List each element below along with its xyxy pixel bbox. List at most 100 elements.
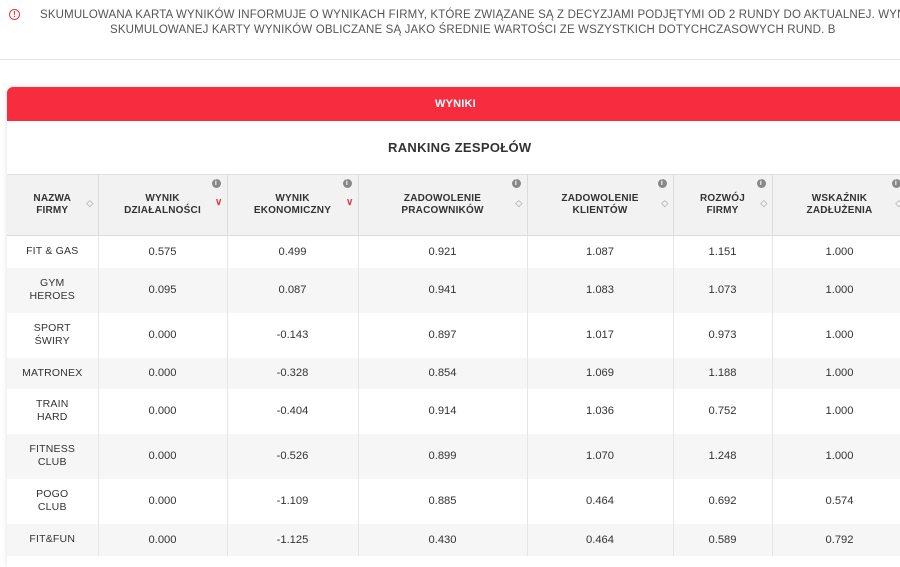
value-cell: 1.087	[527, 235, 674, 268]
info-icon[interactable]: i	[756, 179, 766, 188]
value-cell: 0.575	[98, 235, 228, 268]
info-icon[interactable]: i	[657, 179, 667, 188]
column-header[interactable]: WYNIK EKONOMICZNY i ∨	[227, 175, 359, 236]
value-cell: 1.069	[527, 357, 674, 389]
value-cell: 1.000	[772, 357, 900, 389]
value-cell: 0.792	[772, 523, 900, 556]
column-header-label: KLIENTÓW	[572, 205, 628, 216]
value-cell: 0.464	[527, 523, 674, 556]
team-name-line: POGO	[36, 488, 69, 500]
team-name-cell: FITNESS CLUB	[7, 433, 99, 479]
value-cell: 0.973	[673, 312, 773, 358]
table-header-row: NAZWA FIRMY ◇ WYNIK DZIAŁALNOŚCI i ∨ WYNIK EKONO…	[7, 175, 900, 236]
info-banner: ! SKUMULOWANA KARTA WYNIKÓW INFORMUJE O …	[0, 0, 900, 60]
value-cell: 0.941	[358, 267, 528, 313]
column-header-label: ZADŁUŻENIA	[806, 205, 873, 216]
info-icon[interactable]: i	[342, 179, 352, 188]
value-cell: 0.914	[358, 388, 528, 434]
team-name-line: SPORT	[33, 322, 71, 334]
value-cell: 1.000	[772, 312, 900, 358]
team-name-line: FITNESS	[29, 443, 76, 455]
ranking-title: RANKING ZESPOŁÓW	[7, 121, 900, 175]
sort-desc-icon[interactable]: ∨	[215, 197, 223, 209]
info-banner-text: SKUMULOWANA KARTA WYNIKÓW INFORMUJE O WY…	[30, 8, 900, 38]
column-header-label: FIRMY	[706, 205, 739, 216]
team-name-cell: SPORT ŚWIRY	[7, 312, 99, 358]
team-name-cell: FIT & GAS	[7, 235, 99, 268]
table-row: MATRONEX 0.000 -0.328 0.854 1.069 1.188 1.000	[7, 357, 900, 389]
info-line-1: SKUMULOWANA KARTA WYNIKÓW INFORMUJE O WY…	[40, 9, 900, 21]
value-cell: 0.000	[98, 312, 228, 358]
value-cell: 1.083	[527, 267, 674, 313]
column-header[interactable]: WSKAŹNIK ZADŁUŻENIA i ◇	[772, 175, 900, 236]
column-header[interactable]: ZADOWOLENIE KLIENTÓW i ◇	[527, 175, 674, 236]
column-header-label: NAZWA	[33, 193, 72, 204]
value-cell: 1.073	[673, 267, 773, 313]
value-cell: 0.464	[527, 478, 674, 524]
column-header[interactable]: NAZWA FIRMY ◇	[7, 175, 99, 236]
team-name-cell: TRAIN HARD	[7, 388, 99, 434]
sort-icon[interactable]: ◇	[86, 197, 93, 209]
info-icon[interactable]: i	[511, 179, 521, 188]
column-header-label: ZADOWOLENIE	[403, 193, 482, 204]
value-cell: -0.328	[227, 357, 359, 389]
sort-icon[interactable]: ◇	[760, 197, 767, 209]
column-header-label: DZIAŁALNOŚCI	[124, 205, 201, 216]
sort-icon[interactable]: ◇	[515, 197, 522, 209]
value-cell: 0.000	[98, 388, 228, 434]
team-name-cell: POGO CLUB	[7, 478, 99, 524]
value-cell: 1.017	[527, 312, 674, 358]
team-name-line: GYM	[39, 277, 65, 289]
table-row: TRAIN HARD 0.000 -0.404 0.914 1.036 0.752 1.000	[7, 388, 900, 434]
sort-icon[interactable]: ◇	[895, 197, 900, 209]
column-header-label: WYNIK	[145, 193, 180, 204]
value-cell: 0.921	[358, 235, 528, 268]
value-cell: 0.885	[358, 478, 528, 524]
value-cell: -1.125	[227, 523, 359, 556]
info-circle-icon: !	[9, 9, 20, 20]
value-cell: 0.000	[98, 523, 228, 556]
table-row: GYM HEROES 0.095 0.087 0.941 1.083 1.073 1.000	[7, 267, 900, 313]
team-name-line: MATRONEX	[22, 366, 83, 379]
team-name-line: FIT&FUN	[29, 533, 76, 545]
info-line-2: SKUMULOWANEJ KARTY WYNIKÓW OBLICZANE SĄ …	[110, 24, 836, 36]
table-row: FIT&FUN 0.000 -1.125 0.430 0.464 0.589 0.792	[7, 523, 900, 556]
value-cell: 1.188	[673, 357, 773, 389]
team-name-line: CLUB	[37, 456, 67, 468]
value-cell: 0.000	[98, 357, 228, 389]
value-cell: 0.430	[358, 523, 528, 556]
table-body: FIT & GAS 0.575 0.499 0.921 1.087 1.151 1.000 G…	[7, 235, 900, 556]
value-cell: 1.000	[772, 235, 900, 268]
team-name-line: TRAIN	[36, 398, 69, 410]
value-cell: 1.151	[673, 235, 773, 268]
value-cell: 0.574	[772, 478, 900, 524]
info-icon[interactable]: i	[211, 179, 221, 188]
column-header[interactable]: ZADOWOLENIE PRACOWNIKÓW i ◇	[358, 175, 528, 236]
column-header-label: WSKAŹNIK	[811, 193, 868, 204]
team-name-cell: MATRONEX	[7, 357, 99, 389]
value-cell: 0.589	[673, 523, 773, 556]
team-name-line: HEROES	[29, 290, 76, 302]
value-cell: 0.000	[98, 478, 228, 524]
sort-icon[interactable]: ◇	[661, 197, 668, 209]
column-header[interactable]: WYNIK DZIAŁALNOŚCI i ∨	[98, 175, 228, 236]
value-cell: -0.143	[227, 312, 359, 358]
team-name-line: HARD	[36, 411, 68, 423]
table-row: FITNESS CLUB 0.000 -0.526 0.899 1.070 1.248 1.0…	[7, 433, 900, 479]
value-cell: 0.499	[227, 235, 359, 268]
value-cell: 0.000	[98, 433, 228, 479]
value-cell: -0.526	[227, 433, 359, 479]
column-header-label: EKONOMICZNY	[253, 205, 332, 216]
sort-desc-icon[interactable]: ∨	[346, 197, 354, 209]
table-row: SPORT ŚWIRY 0.000 -0.143 0.897 1.017 0.973 1.00…	[7, 312, 900, 358]
value-cell: 1.000	[772, 267, 900, 313]
column-header-label: FIRMY	[36, 205, 69, 216]
value-cell: 0.854	[358, 357, 528, 389]
value-cell: 0.087	[227, 267, 359, 313]
results-header: WYNIKI	[7, 87, 900, 121]
table-row: POGO CLUB 0.000 -1.109 0.885 0.464 0.692 0.574	[7, 478, 900, 524]
value-cell: 1.248	[673, 433, 773, 479]
ranking-table: NAZWA FIRMY ◇ WYNIK DZIAŁALNOŚCI i ∨ WYNIK EKONO…	[7, 175, 900, 556]
column-header[interactable]: ROZWÓJ FIRMY i ◇	[673, 175, 773, 236]
info-icon[interactable]: i	[891, 179, 900, 188]
